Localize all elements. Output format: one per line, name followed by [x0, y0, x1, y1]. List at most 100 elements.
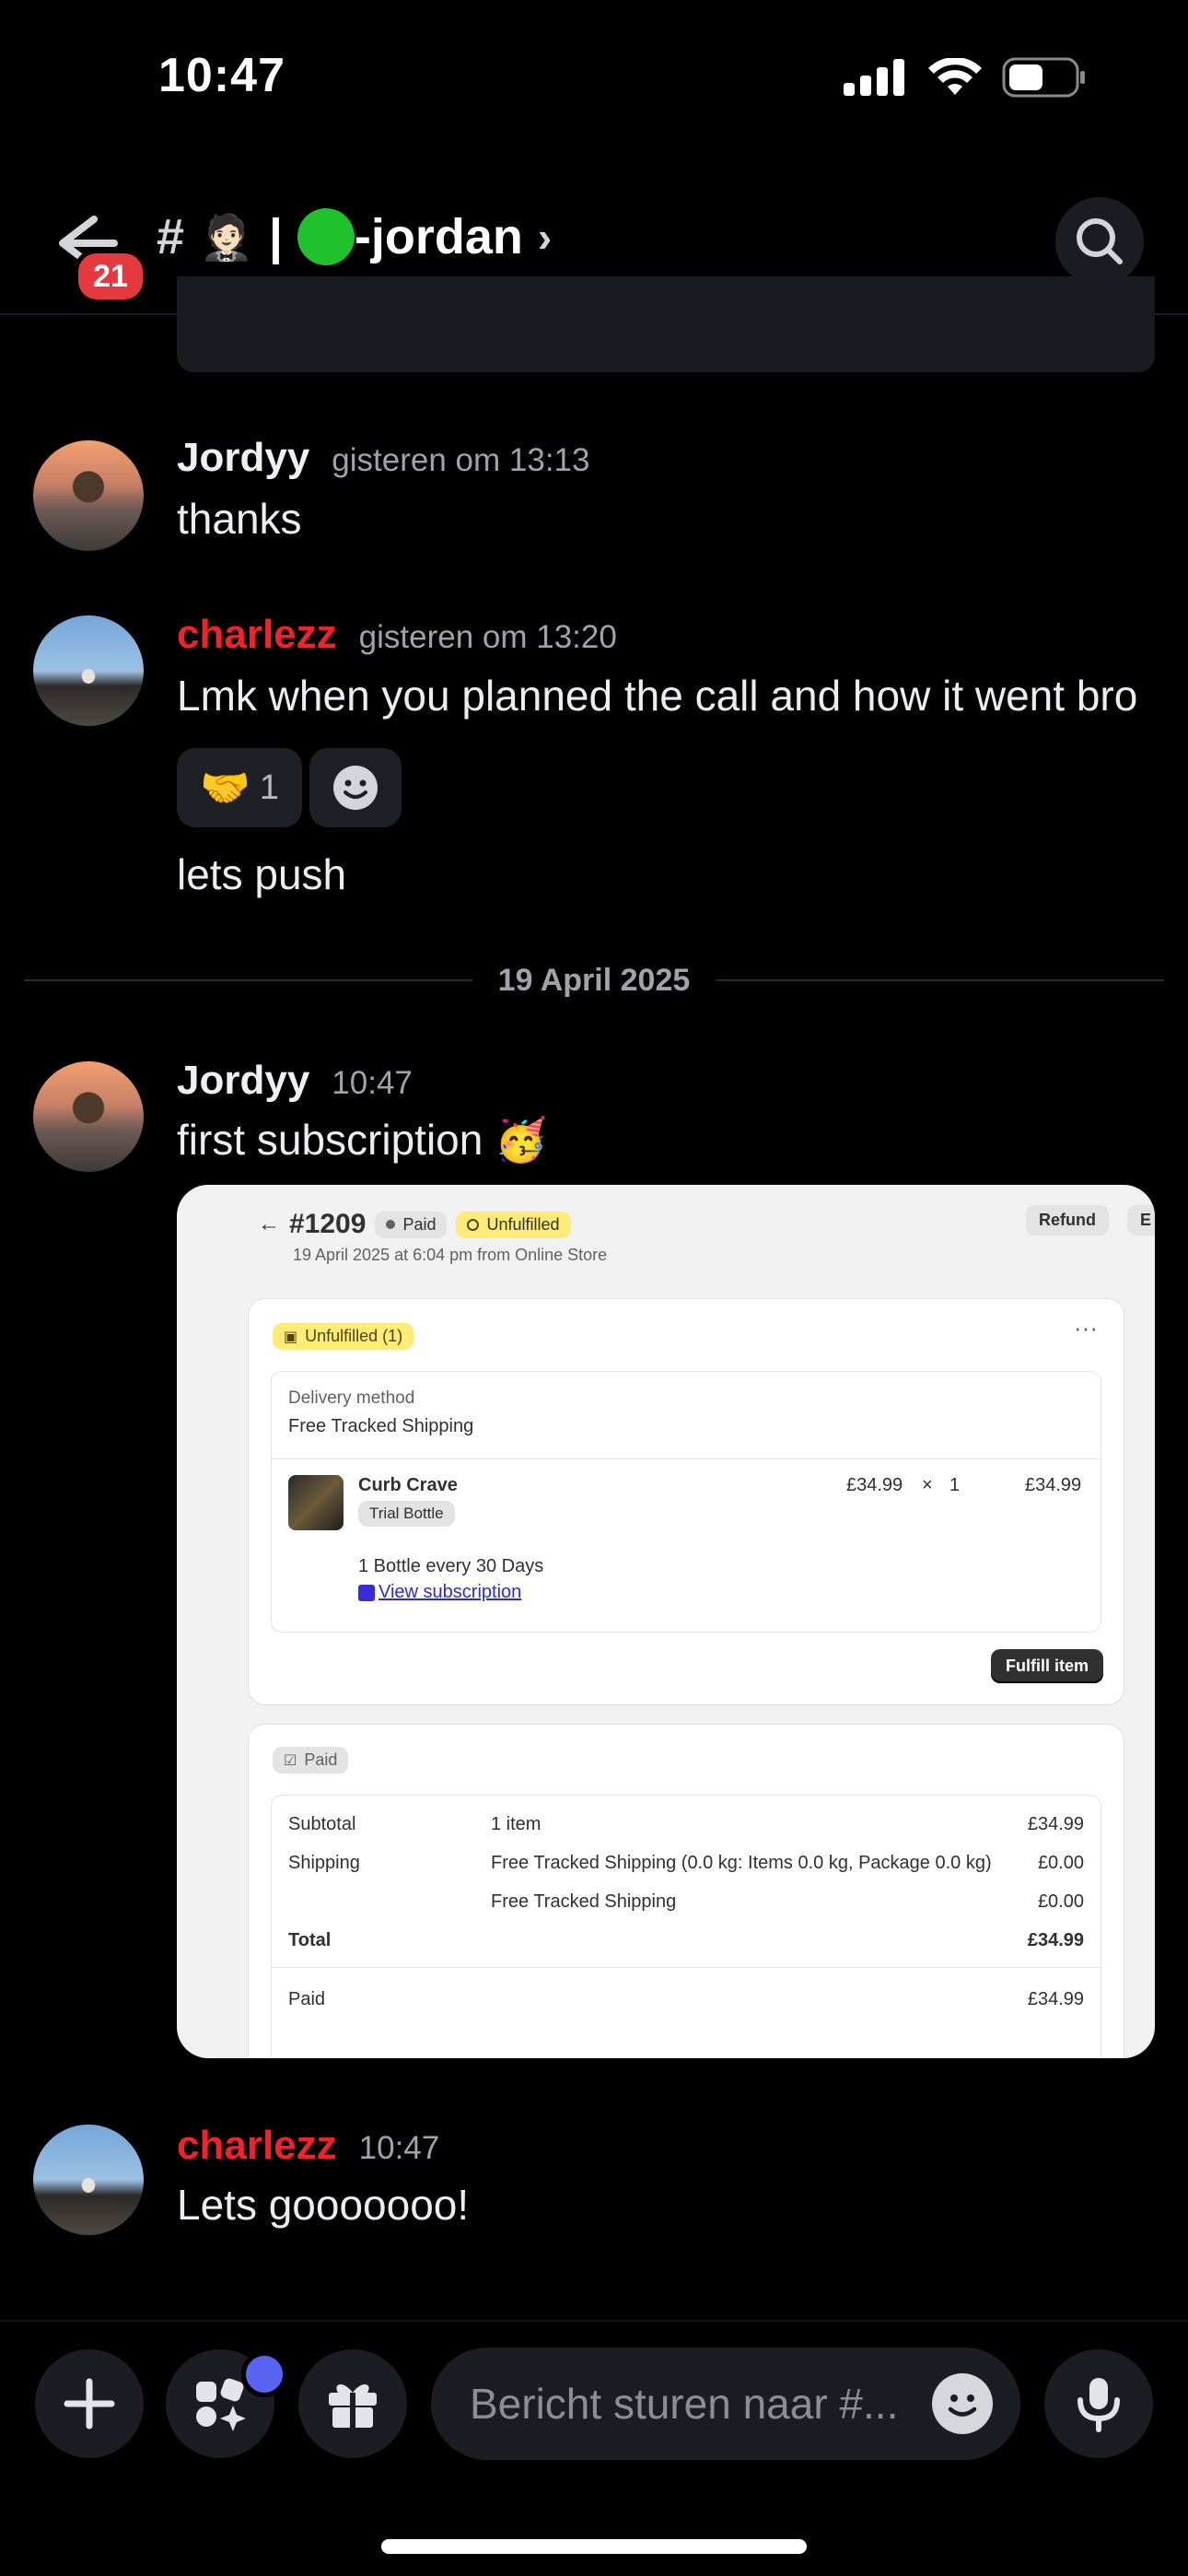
payment-summary: Subtotal 1 item £34.99 Shipping Free Tra…	[271, 1795, 1101, 2058]
channel-emoji: 🤵🏻	[199, 213, 254, 263]
subscription-plan: 1 Bottle every 30 Days	[358, 1556, 544, 1576]
image-attachment[interactable]: ← #1209 Paid Unfulfilled Refund E 19 Apr…	[177, 1185, 1155, 2058]
channel-hash-icon: #	[157, 209, 185, 264]
view-subscription-link[interactable]: View subscription	[358, 1582, 521, 1603]
battery-icon	[1002, 57, 1085, 98]
add-reaction-button[interactable]	[309, 748, 402, 827]
username[interactable]: Jordyy	[177, 435, 309, 480]
product-variant: Trial Bottle	[358, 1501, 455, 1527]
plus-icon	[64, 2378, 115, 2430]
message-text: thanks	[177, 495, 302, 543]
fulfillment-items: Delivery method Free Tracked Shipping Cu…	[271, 1371, 1101, 1633]
summary-label: Subtotal	[288, 1814, 356, 1834]
composer-divider	[0, 2320, 1188, 2322]
apps-icon	[196, 2378, 246, 2431]
message-header: Jordyy gisteren om 13:13	[177, 435, 589, 481]
home-indicator	[381, 2539, 807, 2554]
emoji-button[interactable]	[932, 2373, 993, 2434]
date-divider: 19 April 2025	[24, 958, 1165, 1002]
avatar-jordyy[interactable]	[33, 440, 144, 551]
more-options-icon[interactable]: ···	[1074, 1314, 1098, 1342]
avatar-jordyy[interactable]	[33, 1061, 144, 1172]
search-icon	[1077, 218, 1123, 264]
order-date: 19 April 2025 at 6:04 pm from Online Sto…	[293, 1246, 608, 1264]
signal-icon	[844, 59, 904, 96]
summary-desc: Free Tracked Shipping	[491, 1891, 677, 1912]
back-arrow-icon[interactable]: ←	[258, 1212, 280, 1237]
gift-icon	[329, 2383, 377, 2428]
add-reaction-icon	[333, 766, 378, 810]
message-text: Lmk when you planned the call and how it…	[177, 672, 1138, 720]
summary-label: Shipping	[288, 1853, 360, 1873]
summary-amount: £0.00	[1037, 1891, 1084, 1912]
chevron-right-icon: ›	[537, 213, 553, 261]
status-icons	[844, 57, 1087, 98]
status-time: 10:47	[158, 49, 285, 102]
message-header: charlezz 10:47	[177, 2123, 439, 2169]
order-number: #1209	[289, 1209, 367, 1239]
username[interactable]: Jordyy	[177, 1058, 309, 1103]
message-text: first subscription 🥳	[177, 1116, 548, 1164]
summary-desc: 1 item	[491, 1814, 542, 1834]
wifi-icon	[928, 58, 982, 95]
status-dot	[297, 208, 355, 265]
username[interactable]: charlezz	[177, 2123, 337, 2168]
delivery-label: Delivery method	[288, 1388, 415, 1408]
timestamp: 10:47	[358, 2130, 440, 2166]
reaction-count: 1	[259, 767, 279, 807]
summary-amount: £0.00	[1037, 1853, 1084, 1873]
microphone-icon	[1077, 2378, 1120, 2432]
message-input-placeholder: Bericht sturen naar #...	[470, 2380, 899, 2428]
timestamp: gisteren om 13:20	[358, 619, 617, 655]
subscription-app-icon	[358, 1584, 375, 1601]
add-attachment-button[interactable]	[35, 2349, 144, 2458]
delivery-value: Free Tracked Shipping	[288, 1416, 474, 1436]
paid-badge: Paid	[375, 1211, 448, 1238]
message-text: lets push	[177, 850, 347, 898]
edit-button[interactable]: E	[1127, 1205, 1155, 1235]
product-name[interactable]: Curb Crave	[358, 1475, 458, 1496]
paid-amount: £34.99	[1027, 1989, 1084, 2009]
handshake-emoji: 🤝	[200, 766, 250, 811]
avatar-charlezz[interactable]	[33, 615, 144, 726]
message-header: Jordyy 10:47	[177, 1058, 413, 1104]
paid-section-badge: ☑ Paid	[273, 1747, 349, 1774]
message-text: Lets gooooooo!	[177, 2181, 470, 2229]
avatar-charlezz[interactable]	[33, 2125, 144, 2235]
summary-desc: Free Tracked Shipping (0.0 kg: Items 0.0…	[491, 1853, 992, 1873]
box-icon: ▣	[284, 1329, 298, 1345]
voice-message-button[interactable]	[1044, 2349, 1153, 2458]
unfulfilled-badge: Unfulfilled	[456, 1211, 571, 1238]
line-total: £34.99	[1025, 1475, 1082, 1495]
total-amount: £34.99	[1027, 1930, 1084, 1950]
channel-separator: |	[268, 209, 283, 264]
timestamp: 10:47	[332, 1065, 413, 1101]
apps-notification-dot	[241, 2351, 287, 2397]
channel-title[interactable]: # 🤵🏻 | -jordan ›	[157, 208, 552, 265]
fulfillment-card: ▣ Unfulfilled (1) ··· Delivery method Fre…	[249, 1299, 1124, 1704]
unit-price: £34.99	[846, 1475, 903, 1495]
paid-label: Paid	[288, 1989, 326, 2009]
message-header: charlezz gisteren om 13:20	[177, 612, 617, 658]
total-label: Total	[288, 1930, 332, 1950]
date-divider-label: 19 April 2025	[497, 962, 691, 998]
unfulfilled-count-badge: ▣ Unfulfilled (1)	[273, 1323, 414, 1350]
reaction-handshake[interactable]: 🤝 1	[177, 748, 302, 827]
timestamp: gisteren om 13:13	[332, 442, 590, 478]
payment-card: ☑ Paid Subtotal 1 item £34.99 Shipping Fr…	[249, 1725, 1124, 2058]
channel-name: -jordan	[354, 209, 523, 264]
quantity: 1	[949, 1475, 961, 1495]
search-button[interactable]	[1055, 197, 1144, 286]
unread-badge: 21	[74, 249, 147, 304]
times-sign: ×	[922, 1475, 933, 1495]
fulfill-item-button[interactable]: Fulfill item	[991, 1649, 1103, 1683]
smiley-icon	[948, 2395, 977, 2417]
username[interactable]: charlezz	[177, 612, 337, 657]
summary-amount: £34.99	[1027, 1814, 1084, 1834]
product-thumbnail	[288, 1475, 344, 1530]
order-header: ← #1209 Paid Unfulfilled	[258, 1209, 571, 1240]
gift-button[interactable]	[298, 2349, 407, 2458]
receipt-icon: ☑	[284, 1752, 297, 1769]
previous-embed	[177, 276, 1155, 372]
refund-button[interactable]: Refund	[1026, 1205, 1109, 1235]
